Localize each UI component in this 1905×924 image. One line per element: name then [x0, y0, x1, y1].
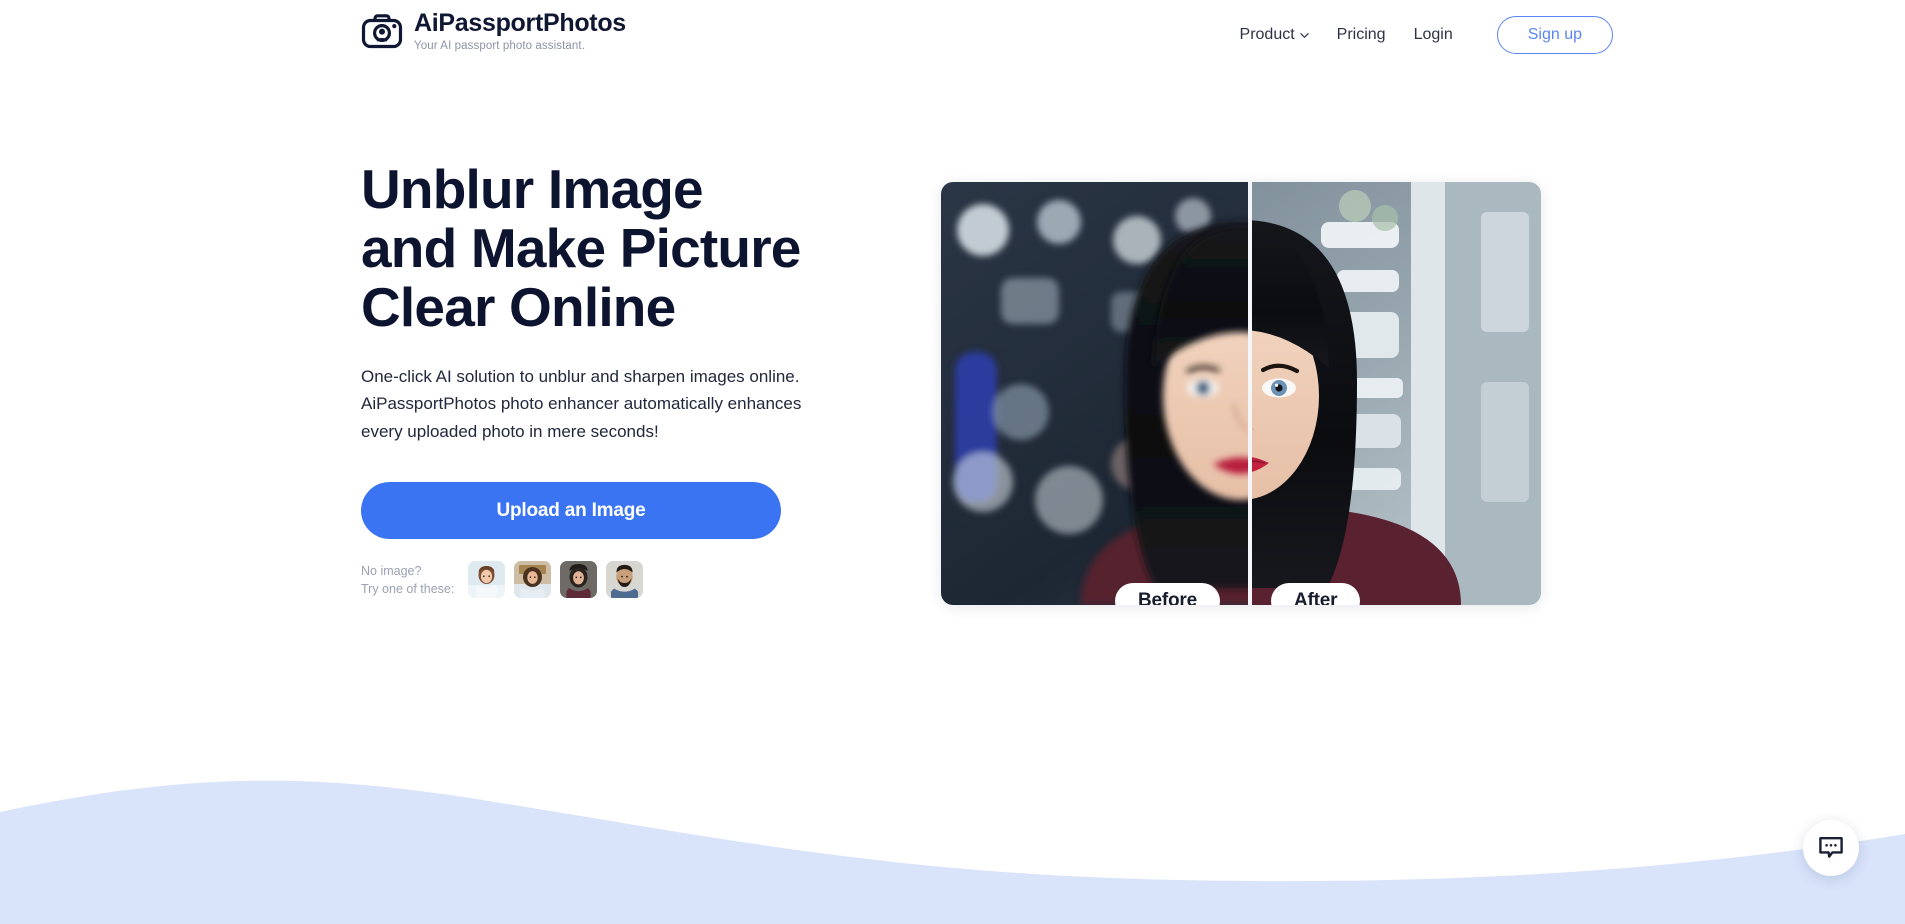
brand-tagline: Your AI passport photo assistant. — [414, 39, 586, 52]
hero-description-line-2: AiPassportPhotos photo enhancer automati… — [361, 394, 802, 414]
sample-label-line-2: Try one of these: — [361, 581, 455, 596]
brand-logo[interactable]: AiPassportPhotos Your AI passport photo … — [360, 10, 626, 54]
comparison-image — [941, 182, 1541, 605]
landing-page: AiPassportPhotos Your AI passport photo … — [0, 0, 1905, 924]
sample-photo-woman-dark[interactable] — [560, 561, 598, 599]
hero-description-line-1: One-click AI solution to unblur and shar… — [361, 366, 800, 386]
nav-item-login[interactable]: Login — [1400, 18, 1467, 52]
chat-bubble-icon — [1818, 835, 1844, 861]
hero-description-line-3: every uploaded photo in mere seconds! — [361, 421, 659, 441]
nav-product-label: Product — [1239, 26, 1295, 43]
before-badge: Before — [1115, 583, 1220, 605]
sample-images-label: No image? Try one of these: — [361, 562, 454, 598]
decorative-wave — [0, 780, 1905, 924]
sample-images-row: No image? Try one of these: — [361, 561, 891, 599]
sample-thumbnails — [468, 561, 644, 599]
sample-photo-child[interactable] — [468, 561, 506, 599]
chevron-down-icon — [1299, 31, 1309, 40]
main-navigation: Product Pricing Login Sign up — [1240, 16, 1613, 54]
signup-button[interactable]: Sign up — [1496, 16, 1613, 54]
brand-name: AiPassportPhotos — [414, 9, 626, 38]
site-header: AiPassportPhotos Your AI passport photo … — [0, 0, 1905, 72]
hero-description: One-click AI solution to unblur and shar… — [361, 363, 881, 446]
hero-content: Unblur Image and Make Picture Clear Onli… — [361, 160, 891, 599]
camera-icon — [360, 10, 404, 54]
sample-photo-woman-curly[interactable] — [514, 561, 552, 599]
chat-widget-button[interactable] — [1803, 820, 1859, 876]
after-badge: After — [1271, 583, 1361, 605]
sample-photo-man-beard[interactable] — [606, 561, 644, 599]
sample-label-line-1: No image? — [361, 563, 422, 578]
hero-title-line-1: Unblur Image — [361, 158, 704, 220]
hero-title-line-2: and Make Picture — [361, 216, 801, 279]
before-after-comparison[interactable]: Before After — [941, 182, 1541, 605]
hero-title-line-3: Clear Online — [361, 275, 676, 338]
upload-image-button[interactable]: Upload an Image — [361, 482, 781, 540]
nav-item-product[interactable]: Product — [1240, 18, 1323, 52]
nav-item-pricing[interactable]: Pricing — [1323, 18, 1400, 52]
page-title: Unblur Image and Make Picture Clear Onli… — [361, 160, 891, 337]
